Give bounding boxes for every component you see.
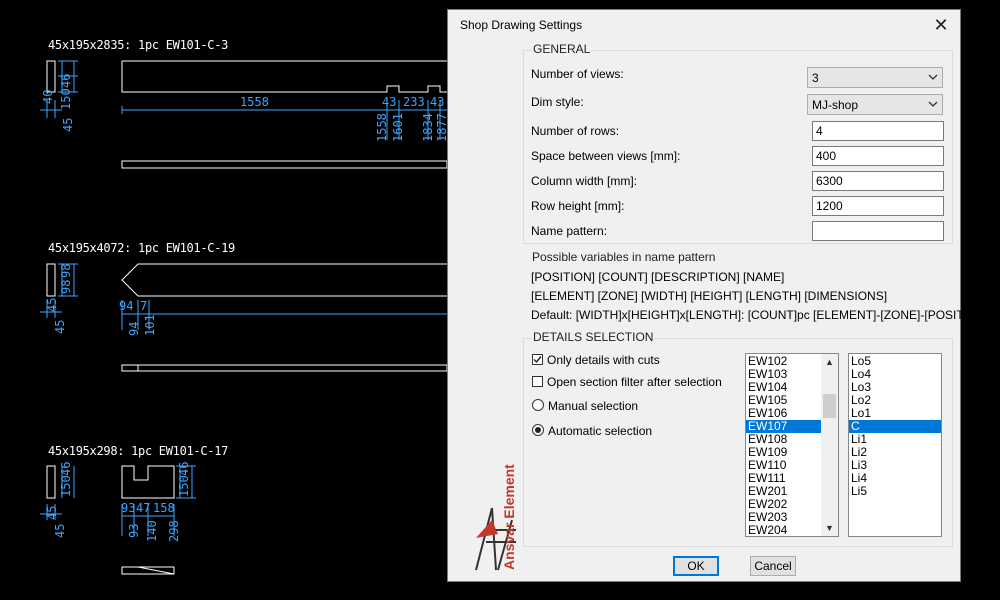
dim-style-value: MJ-shop	[812, 98, 859, 112]
variables-line-2: [ELEMENT] [ZONE] [WIDTH] [HEIGHT] [LENGT…	[531, 289, 888, 303]
dim-label: 1601	[391, 113, 405, 142]
zone-listbox[interactable]: Lo5 Lo4 Lo3 Lo2 Lo1 C Li1 Li2 Li3 Li4 Li5	[848, 353, 942, 537]
zone-list-item[interactable]: Lo1	[849, 407, 941, 420]
dim-label: 45	[53, 320, 67, 334]
dim-label: 150	[59, 475, 73, 497]
num-rows-input[interactable]	[812, 121, 944, 141]
dim-label: 45	[61, 118, 75, 132]
plan-view-1	[121, 160, 448, 169]
row-height-label: Row height [mm]:	[531, 199, 625, 213]
checkbox-box	[532, 376, 543, 387]
dim-label: 45	[45, 298, 59, 312]
variables-line-1: [POSITION] [COUNT] [DESCRIPTION] [NAME]	[531, 270, 785, 284]
dim-label: 93	[121, 501, 135, 515]
num-views-label: Number of views:	[531, 67, 624, 81]
name-pattern-label: Name pattern:	[531, 224, 608, 238]
space-between-views-input[interactable]	[812, 146, 944, 166]
element-listbox[interactable]: EW102 EW103 EW104 EW105 EW106 EW107 EW108 EW109…	[745, 353, 839, 537]
part-title-3: 45x195x298: 1pc EW101-C-17	[48, 444, 229, 458]
plan-view-2	[121, 364, 448, 372]
section-view-3	[46, 465, 56, 499]
general-group-title: GENERAL	[532, 42, 592, 56]
dim-label: 94	[119, 299, 133, 313]
dim-label: 150	[59, 88, 73, 110]
variables-default-line: Default: [WIDTH]x[HEIGHT]x[LENGTH]: [COU…	[531, 308, 989, 322]
scroll-down-icon[interactable]: ▼	[821, 520, 838, 536]
zone-list-items: Lo5 Lo4 Lo3 Lo2 Lo1 C Li1 Li2 Li3 Li4 Li5	[849, 354, 941, 498]
dim-label: 298	[167, 520, 181, 542]
chevron-down-icon	[928, 74, 938, 80]
dim-label: 98	[59, 280, 73, 294]
cad-dimension-labels: 40 45 46 150 1558 43 233 43 1558 1601 18…	[41, 74, 449, 542]
dialog-title: Shop Drawing Settings	[460, 18, 583, 32]
dim-label: 93	[127, 524, 141, 538]
row-height-input[interactable]	[812, 196, 944, 216]
dim-style-select[interactable]: MJ-shop	[807, 94, 943, 115]
dim-label: 45	[45, 506, 59, 520]
dim-label: 1558	[240, 95, 269, 109]
dim-label: 46	[59, 462, 73, 476]
dim-label: 150	[177, 475, 191, 497]
section-view-2	[46, 263, 56, 297]
dim-label: 158	[153, 501, 175, 515]
chevron-down-icon	[928, 101, 938, 107]
elevation-view-2	[121, 263, 447, 297]
elevation-view-3	[121, 465, 175, 499]
open-filter-checkbox[interactable]: Open section filter after selection	[532, 375, 722, 389]
automatic-selection-label: Automatic selection	[548, 424, 653, 438]
dim-label: 101	[143, 314, 157, 336]
radio-circle	[532, 399, 544, 411]
element-list-scrollbar[interactable]: ▲ ▼	[821, 354, 838, 536]
dim-label: 7	[140, 299, 147, 313]
variables-group-title: Possible variables in name pattern	[531, 250, 717, 264]
radio-circle	[532, 424, 544, 436]
checkbox-box	[532, 354, 543, 365]
dim-label: 43	[382, 95, 396, 109]
ok-button[interactable]: OK	[673, 556, 719, 576]
dim-label: 40	[41, 90, 55, 104]
elevation-view-1	[121, 60, 447, 93]
dim-label: 94	[127, 322, 141, 336]
scroll-thumb[interactable]	[823, 394, 836, 418]
dim-label: 140	[145, 520, 159, 542]
dim-label: 45	[53, 524, 67, 538]
column-width-input[interactable]	[812, 171, 944, 191]
close-icon[interactable]: ✕	[930, 14, 952, 36]
automatic-selection-radio[interactable]: Automatic selection	[532, 424, 652, 438]
dim-style-label: Dim style:	[531, 95, 584, 109]
open-filter-label: Open section filter after selection	[547, 375, 722, 389]
section-view-1	[46, 60, 56, 93]
cancel-button[interactable]: Cancel	[750, 556, 796, 576]
column-width-label: Column width [mm]:	[531, 174, 638, 188]
dim-label: 43	[430, 95, 444, 109]
shop-drawing-settings-dialog: Shop Drawing Settings ✕ Ansvar Element G…	[447, 9, 988, 582]
dim-label: 98	[59, 264, 73, 278]
only-cuts-label: Only details with cuts	[547, 353, 660, 367]
dim-label: 46	[177, 462, 191, 476]
only-cuts-checkbox[interactable]: Only details with cuts	[532, 353, 660, 367]
dim-label: 47	[136, 501, 150, 515]
dim-label: 233	[403, 95, 425, 109]
name-pattern-input[interactable]	[812, 221, 944, 241]
scroll-up-icon[interactable]: ▲	[821, 354, 838, 370]
manual-selection-label: Manual selection	[548, 399, 639, 413]
zone-list-item[interactable]: Li5	[849, 485, 941, 498]
logo-text: Ansvar Element	[501, 464, 517, 570]
dim-label: 1834	[421, 113, 435, 142]
dim-label: 46	[59, 74, 73, 88]
details-group-title: DETAILS SELECTION	[532, 330, 655, 344]
part-title-1: 45x195x2835: 1pc EW101-C-3	[48, 38, 229, 52]
num-views-value: 3	[812, 71, 819, 85]
space-between-views-label: Space between views [mm]:	[531, 149, 681, 163]
manual-selection-radio[interactable]: Manual selection	[532, 399, 638, 413]
ansvar-element-logo: Ansvar Element	[475, 464, 517, 571]
dim-label: 1558	[375, 113, 389, 142]
part-title-2: 45x195x4072: 1pc EW101-C-19	[48, 241, 235, 255]
checkmark-icon	[533, 356, 542, 364]
radio-dot	[535, 427, 541, 433]
num-rows-label: Number of rows:	[531, 124, 620, 138]
num-views-select[interactable]: 3	[807, 67, 943, 88]
